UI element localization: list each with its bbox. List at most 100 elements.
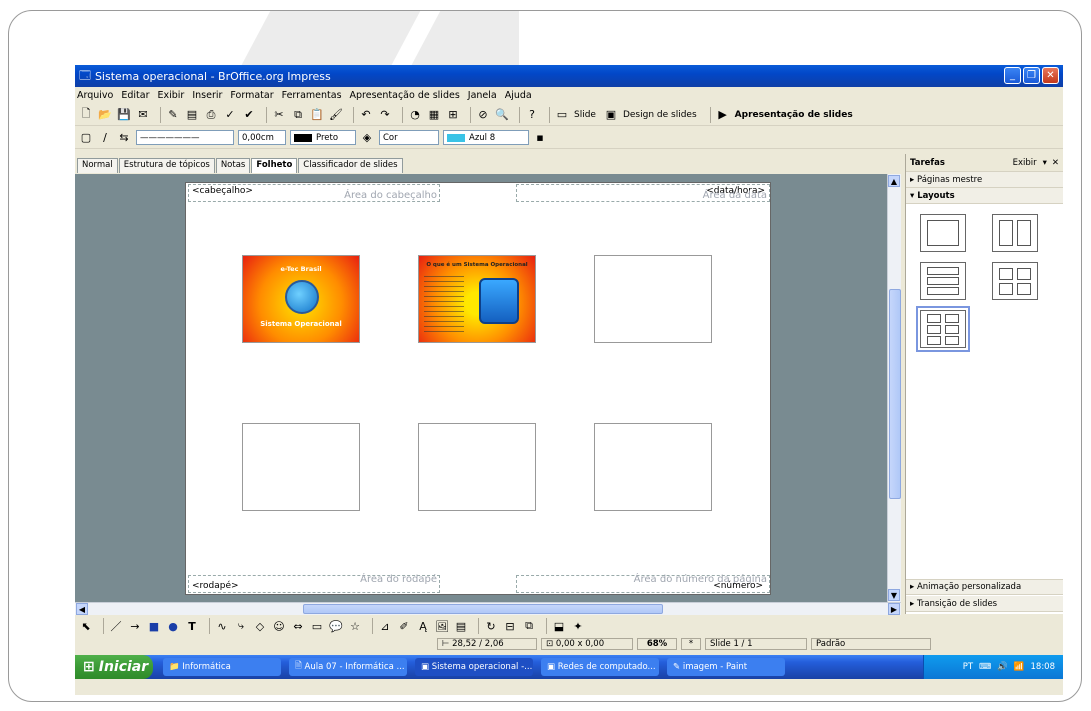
line-icon[interactable]: ∕	[98, 131, 112, 145]
layout-3-slides[interactable]	[920, 262, 966, 300]
slide-thumbnail-2[interactable]: O que é um Sistema Operacional	[418, 255, 536, 343]
minimize-button[interactable]: _	[1004, 67, 1021, 84]
layout-1-slide[interactable]	[920, 214, 966, 252]
date-area[interactable]: <data/hora> Área da data	[516, 184, 770, 202]
points-icon[interactable]: ⊿	[378, 619, 392, 633]
animation-icon[interactable]: ✦	[571, 619, 585, 633]
navigator-icon[interactable]: ⊘	[476, 108, 490, 122]
chart-icon[interactable]: ◔	[408, 108, 422, 122]
menu-exibir[interactable]: Exibir	[158, 90, 185, 101]
tab-normal[interactable]: Normal	[77, 158, 118, 173]
display-grid-icon[interactable]: ⊞	[446, 108, 460, 122]
from-file-icon[interactable]: 🖼	[435, 619, 449, 633]
new-slide-icon[interactable]: ▭	[555, 108, 569, 122]
pdf-icon[interactable]: ▤	[185, 108, 199, 122]
slide-placeholder-6[interactable]	[594, 423, 712, 511]
undo-icon[interactable]: ↶	[359, 108, 373, 122]
alignment-icon[interactable]: ⊟	[503, 619, 517, 633]
autospell-icon[interactable]: ✔	[242, 108, 256, 122]
menu-formatar[interactable]: Formatar	[230, 90, 273, 101]
line-color-select[interactable]: Preto	[290, 130, 356, 145]
tab-notes[interactable]: Notas	[215, 158, 251, 173]
start-button[interactable]: ⊞ Iniciar	[75, 655, 153, 679]
page-number-area[interactable]: Área do número da página <número>	[516, 574, 770, 593]
block-arrows-icon[interactable]: ⇔	[291, 619, 305, 633]
section-layouts[interactable]: ▾ Layouts	[906, 188, 1063, 204]
scroll-left-icon[interactable]: ◀	[76, 603, 88, 615]
layout-4-slides[interactable]	[992, 262, 1038, 300]
scroll-down-icon[interactable]: ▼	[888, 589, 900, 601]
slide-placeholder-4[interactable]	[242, 423, 360, 511]
close-icon[interactable]: ✕	[1052, 158, 1059, 168]
language-indicator[interactable]: PT	[963, 662, 973, 672]
editing-canvas[interactable]: <cabeçalho> Área do cabeçalho <data/hora…	[75, 174, 887, 602]
network-icon[interactable]: 📶	[1014, 662, 1025, 672]
line-width-field[interactable]: 0,00cm	[238, 130, 286, 145]
redo-icon[interactable]: ↷	[378, 108, 392, 122]
edit-file-icon[interactable]: ✎	[166, 108, 180, 122]
print-icon[interactable]: ⎙	[204, 108, 218, 122]
rectangle-icon[interactable]: ■	[147, 619, 161, 633]
footer-area[interactable]: Área do rodapé <rodapé>	[188, 574, 440, 593]
design-button[interactable]: Design de slides	[623, 110, 697, 120]
zoom-icon[interactable]: 🔍	[495, 108, 509, 122]
presentation-button[interactable]: Apresentação de slides	[735, 110, 853, 120]
layout-6-slides[interactable]	[916, 306, 970, 352]
header-area[interactable]: <cabeçalho> Área do cabeçalho	[188, 184, 440, 202]
text-icon[interactable]: T	[185, 619, 199, 633]
cut-icon[interactable]: ✂	[272, 108, 286, 122]
symbol-shapes-icon[interactable]: ☺	[272, 619, 286, 633]
email-icon[interactable]: ✉	[136, 108, 150, 122]
task-paint[interactable]: ✎ imagem - Paint	[667, 658, 785, 676]
scroll-up-icon[interactable]: ▲	[888, 175, 900, 187]
fill-color-select[interactable]: Azul 8	[443, 130, 529, 145]
slide-placeholder-3[interactable]	[594, 255, 712, 343]
select-icon[interactable]: ⬉	[79, 619, 93, 633]
callouts-icon[interactable]: 💬	[329, 619, 343, 633]
line-draw-icon[interactable]: ／	[109, 619, 123, 633]
task-redes[interactable]: ▣ Redes de computado...	[541, 658, 659, 676]
menu-ajuda[interactable]: Ajuda	[505, 90, 532, 101]
menu-editar[interactable]: Editar	[121, 90, 149, 101]
save-icon[interactable]: 💾	[117, 108, 131, 122]
chevron-down-icon[interactable]: ▾	[1043, 158, 1047, 168]
arrow-style-icon[interactable]: ⇆	[117, 131, 131, 145]
tasks-view-menu[interactable]: Exibir	[1013, 158, 1037, 168]
volume-icon[interactable]: 🔊	[997, 662, 1008, 672]
new-icon[interactable]: 🗋	[79, 107, 93, 122]
scroll-right-icon[interactable]: ▶	[888, 603, 900, 615]
section-master-pages[interactable]: ▸ Páginas mestre	[906, 172, 1063, 188]
task-informatica[interactable]: 📁 Informática	[163, 658, 281, 676]
section-custom-animation[interactable]: ▸ Animação personalizada	[906, 579, 1063, 595]
flowchart-icon[interactable]: ▭	[310, 619, 324, 633]
slide-thumbnail-1[interactable]: e-Tec Brasil Sistema Operacional	[242, 255, 360, 343]
menu-apresentacao[interactable]: Apresentação de slides	[350, 90, 460, 101]
presentation-icon[interactable]: ▶	[716, 108, 730, 122]
basic-shapes-icon[interactable]: ◇	[253, 619, 267, 633]
arrange-icon[interactable]: ⧉	[522, 619, 536, 633]
keyboard-icon[interactable]: ⌨	[979, 662, 991, 672]
arrow-line-icon[interactable]: →	[128, 619, 142, 633]
table-icon[interactable]: ▦	[427, 108, 441, 122]
tab-slide-sorter[interactable]: Classificador de slides	[298, 158, 403, 173]
slide-button[interactable]: Slide	[574, 110, 596, 120]
section-slide-transition[interactable]: ▸ Transição de slides	[906, 596, 1063, 612]
tab-handout[interactable]: Folheto	[251, 158, 298, 173]
vertical-scrollbar[interactable]: ▲ ▼	[887, 174, 901, 602]
help-icon[interactable]: ?	[525, 108, 539, 122]
connector-icon[interactable]: ⤷	[234, 619, 248, 633]
handout-page[interactable]: <cabeçalho> Área do cabeçalho <data/hora…	[185, 182, 771, 595]
fontwork-icon[interactable]: Ą	[416, 619, 430, 633]
format-paintbrush-icon[interactable]: 🖌	[329, 108, 343, 122]
extrusion-icon[interactable]: ⬓	[552, 619, 566, 633]
maximize-button[interactable]: ❐	[1023, 67, 1040, 84]
styles-icon[interactable]: ▢	[79, 131, 93, 145]
ellipse-icon[interactable]: ●	[166, 619, 180, 633]
layout-2-slides[interactable]	[992, 214, 1038, 252]
task-sistema-operacional[interactable]: ▣ Sistema operacional -...	[415, 658, 533, 676]
curve-icon[interactable]: ∿	[215, 619, 229, 633]
menu-janela[interactable]: Janela	[468, 90, 497, 101]
spellcheck-icon[interactable]: ✓	[223, 108, 237, 122]
design-icon[interactable]: ▣	[604, 108, 618, 122]
gallery-icon[interactable]: ▤	[454, 619, 468, 633]
